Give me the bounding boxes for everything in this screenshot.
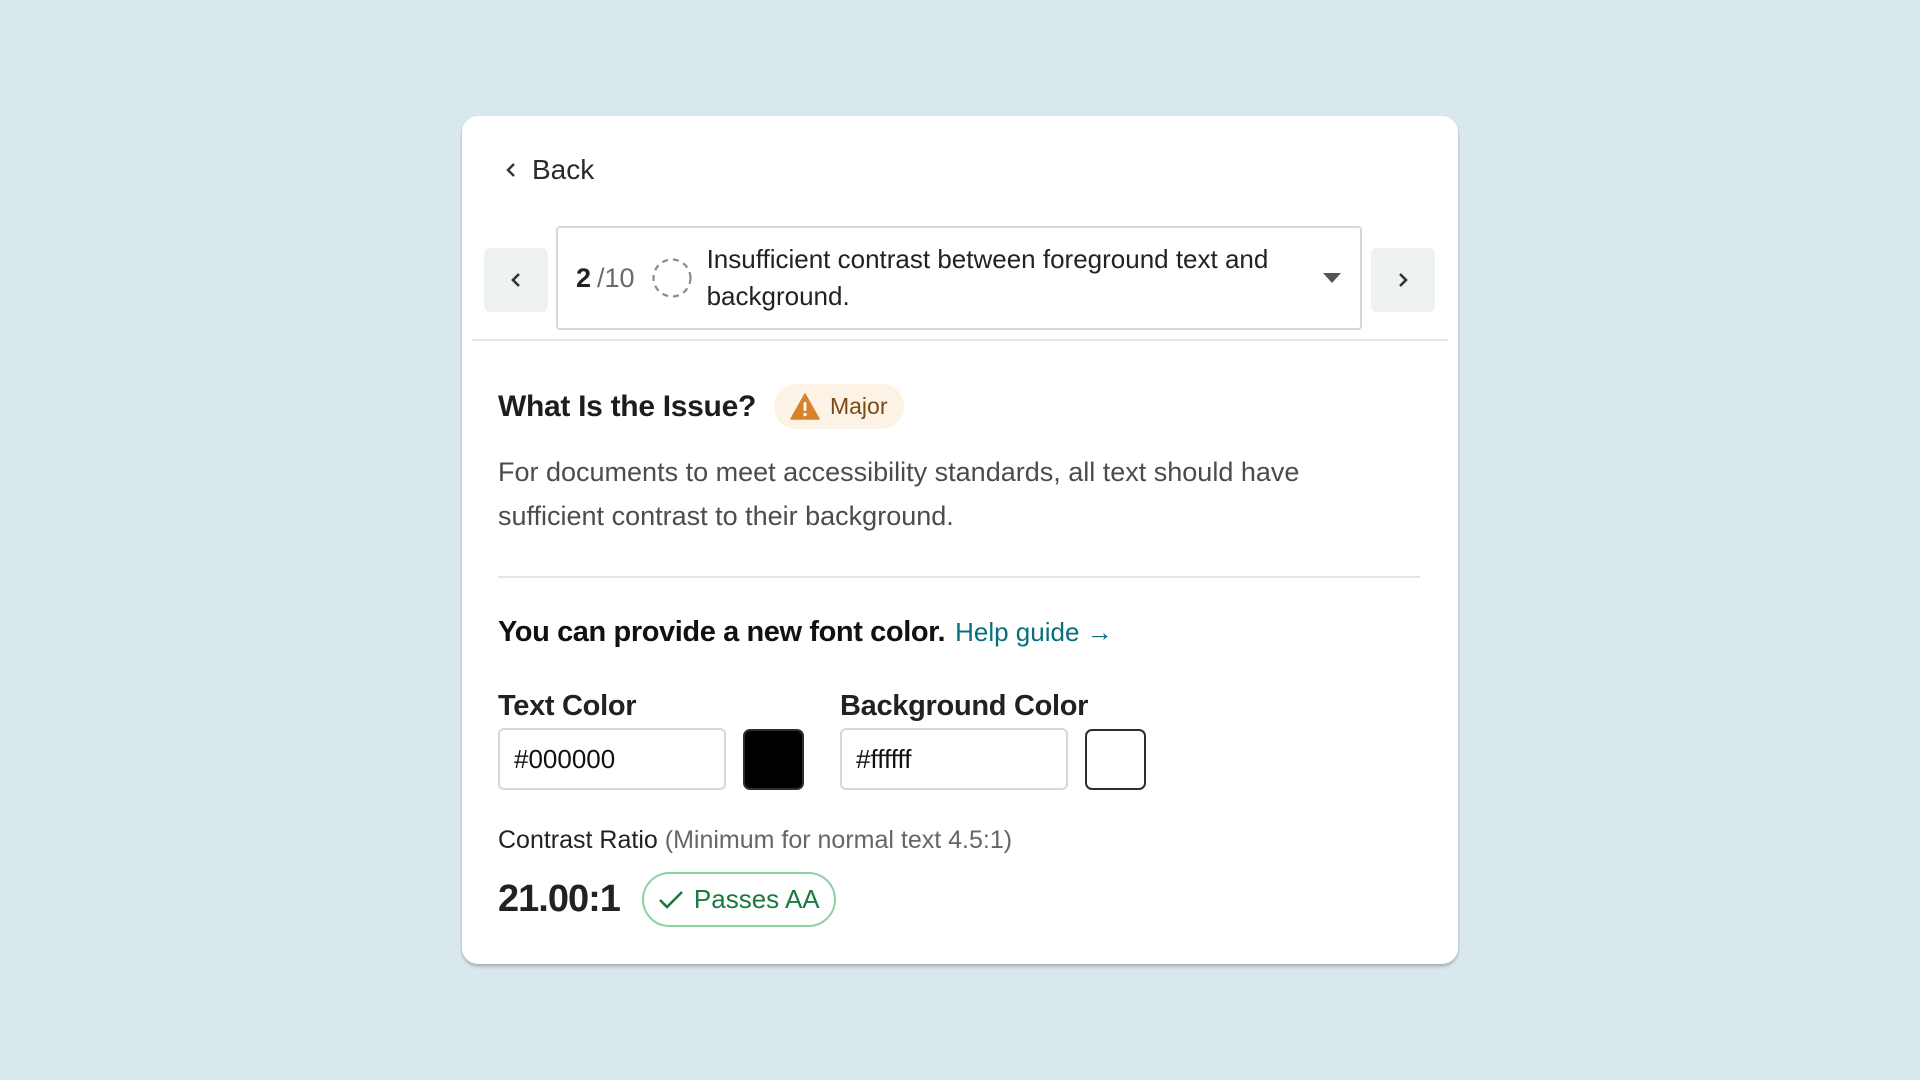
pass-status-label: Passes AA: [693, 884, 820, 914]
check-icon: [658, 890, 683, 909]
divider: [498, 576, 1420, 578]
fix-prompt-row: You can provide a new font color. Help g…: [498, 616, 1113, 649]
help-guide-link[interactable]: Help guide →: [955, 617, 1113, 648]
issue-heading: What Is the Issue?: [498, 389, 756, 423]
issue-selector-dropdown[interactable]: 2/10 Insufficient contrast between foreg…: [556, 226, 1362, 330]
next-issue-button[interactable]: [1371, 248, 1435, 312]
issue-panel: Back 2/10 Insufficient contrast between …: [462, 116, 1458, 964]
text-color-swatch[interactable]: [743, 729, 804, 790]
warning-icon: [790, 393, 820, 420]
previous-issue-button[interactable]: [484, 248, 548, 312]
issue-description: For documents to meet accessibility stan…: [498, 457, 1300, 531]
caret-down-icon: [1323, 273, 1341, 283]
back-label: Back: [532, 154, 595, 185]
issue-total: /10: [597, 262, 635, 293]
chevron-left-icon: [506, 163, 515, 177]
chevron-left-icon: [511, 273, 520, 287]
back-button[interactable]: Back: [504, 154, 594, 186]
contrast-ratio-label: Contrast Ratio: [498, 826, 658, 854]
contrast-ratio-value: 21.00:1: [498, 878, 621, 920]
background-color-swatch[interactable]: [1085, 729, 1146, 790]
contrast-ratio-caption: Contrast Ratio (Minimum for normal text …: [498, 826, 1012, 855]
text-color-input[interactable]: [498, 728, 726, 790]
issue-title: Insufficient contrast between foreground…: [706, 244, 1269, 311]
dashed-circle-status-icon: [651, 258, 692, 298]
text-color-label: Text Color: [498, 690, 637, 722]
divider: [472, 339, 1448, 341]
background-color-input[interactable]: [840, 728, 1068, 790]
background-color-label: Background Color: [840, 690, 1089, 722]
severity-label: Major: [829, 393, 888, 419]
issue-counter: 2/10: [576, 263, 635, 294]
issue-heading-row: What Is the Issue? Major: [498, 384, 904, 429]
contrast-ratio-hint: (Minimum for normal text 4.5:1): [664, 826, 1013, 854]
chevron-right-icon: [1399, 273, 1408, 287]
contrast-ratio-row: 21.00:1 Passes AA: [498, 872, 836, 927]
severity-badge: Major: [773, 384, 904, 429]
issue-current: 2: [576, 262, 592, 293]
pass-status-badge: Passes AA: [641, 872, 836, 927]
fix-prompt: You can provide a new font color.: [498, 616, 946, 648]
